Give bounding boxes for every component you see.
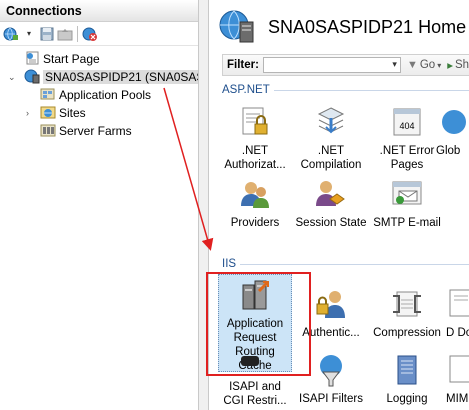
show-all-label: Sh <box>454 59 469 71</box>
group-title: IIS <box>222 258 237 270</box>
feature-net-error-pages[interactable]: 404 .NET Error Pages <box>370 104 444 172</box>
tree-item-sites[interactable]: › Sites <box>0 104 198 122</box>
connections-header: Connections <box>0 0 198 22</box>
chevron-down-icon[interactable]: ▾ <box>21 26 37 42</box>
feature-default-document[interactable]: D Do <box>446 286 469 340</box>
tree-item-label: Application Pools <box>59 88 152 102</box>
svg-text:404: 404 <box>399 121 414 131</box>
feature-label: ISAPI and CGI Restri... <box>223 381 287 407</box>
feature-label: Session State <box>295 217 367 229</box>
toolbar-separator <box>77 25 78 42</box>
tree-item-label: Server Farms <box>59 124 132 138</box>
feature-providers[interactable]: Providers <box>218 176 292 230</box>
cursor-overlay <box>241 356 259 366</box>
tree-item-start-page[interactable]: Start Page <box>0 50 198 68</box>
session-state-icon <box>313 176 349 212</box>
feature-logging[interactable]: Logging <box>370 352 444 406</box>
providers-icon <box>237 176 273 212</box>
chevron-down-icon[interactable]: ▾ <box>437 61 441 70</box>
chevron-down-icon[interactable]: ▾ <box>392 59 397 70</box>
page-title-row: SNA0SASPIDP21 Home <box>218 8 466 47</box>
sites-icon <box>40 104 56 123</box>
authentication-icon <box>313 286 349 322</box>
feature-isapi-cgi[interactable]: ISAPI and CGI Restri... <box>218 380 292 408</box>
disconnect-icon[interactable] <box>82 26 98 42</box>
start-page-icon <box>24 50 40 69</box>
feature-label: .NET Authorizat... <box>224 145 286 171</box>
show-all-button[interactable]: ▸ Sh <box>447 58 469 72</box>
server-icon <box>24 68 40 87</box>
isapi-filters-icon <box>313 352 349 388</box>
feature-mime-types[interactable]: MIM <box>446 352 469 406</box>
show-all-icon: ▸ <box>447 60 453 72</box>
feature-smtp-email[interactable]: SMTP E-mail <box>370 176 444 230</box>
funnel-icon: ▼ <box>406 59 418 71</box>
net-compilation-icon <box>313 104 349 140</box>
page-title: SNA0SASPIDP21 Home <box>268 17 467 37</box>
connections-pane: Connections ▾ Start Page ⌄ SNA0SASPIDP21… <box>0 0 199 410</box>
feature-label: ISAPI Filters <box>299 393 363 405</box>
feature-label: Logging <box>386 393 428 405</box>
feature-compression[interactable]: Compression <box>370 286 444 340</box>
connect-globe-icon[interactable] <box>3 26 19 42</box>
group-header-iis: IIS <box>222 258 469 270</box>
globalization-icon <box>436 104 469 140</box>
tree-item-server[interactable]: ⌄ SNA0SASPIDP21 (SNA0SASPIDP21\ <box>0 68 198 86</box>
feature-net-compilation[interactable]: .NET Compilation <box>294 104 368 172</box>
feature-label: .NET Compilation <box>300 145 362 171</box>
feature-session-state[interactable]: Session State <box>294 176 368 230</box>
net-authorization-icon <box>237 104 273 140</box>
app-pools-icon <box>40 86 56 105</box>
save-icon[interactable] <box>39 26 55 42</box>
tree-item-label: Sites <box>59 106 86 120</box>
connections-tree: Start Page ⌄ SNA0SASPIDP21 (SNA0SASPIDP2… <box>0 46 198 140</box>
feature-globalization[interactable]: Glob <box>436 104 469 158</box>
collapse-chevron-icon[interactable]: ⌄ <box>8 72 16 83</box>
feature-label: Providers <box>230 217 280 229</box>
group-header-aspnet: ASP.NET <box>222 84 469 96</box>
feature-label: Glob <box>436 145 461 157</box>
net-error-pages-icon: 404 <box>389 104 425 140</box>
filter-label: Filter: <box>227 59 259 71</box>
compression-icon <box>389 286 425 322</box>
default-document-icon <box>446 286 469 322</box>
tree-item-server-farms[interactable]: Server Farms <box>0 122 198 140</box>
feature-label: SMTP E-mail <box>373 217 441 229</box>
feature-label: D Do <box>446 327 469 339</box>
feature-label: .NET Error Pages <box>379 145 435 171</box>
tree-item-application-pools[interactable]: Application Pools <box>0 86 198 104</box>
feature-net-authorization[interactable]: .NET Authorizat... <box>218 104 292 172</box>
up-folder-icon[interactable] <box>57 26 73 42</box>
go-label: Go <box>419 59 436 71</box>
go-button[interactable]: ▼ Go ▾ <box>407 59 441 71</box>
mime-types-icon <box>446 352 469 388</box>
feature-label: Compression <box>373 327 441 339</box>
connections-toolbar: ▾ <box>0 22 198 46</box>
expand-chevron-icon[interactable]: › <box>26 108 29 118</box>
tree-item-label: Start Page <box>43 52 100 66</box>
tree-item-label: SNA0SASPIDP21 (SNA0SASPIDP21\ <box>43 70 198 84</box>
server-farms-icon <box>40 122 56 141</box>
smtp-email-icon <box>389 176 425 212</box>
feature-label: MIM <box>446 393 469 405</box>
filter-bar: Filter: ▾ ▼ Go ▾ ▸ Sh <box>222 54 469 76</box>
filter-input[interactable]: ▾ <box>262 57 401 73</box>
group-title: ASP.NET <box>222 84 270 96</box>
server-home-icon <box>218 8 258 47</box>
logging-icon <box>389 352 425 388</box>
